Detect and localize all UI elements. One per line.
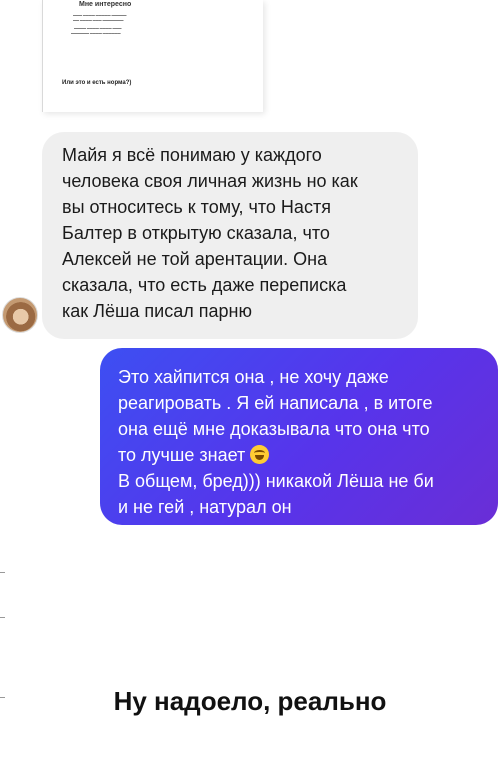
outgoing-message-bubble: Это хайпится она , не хочу даже реагиров… [100,348,498,525]
incoming-message-text: Майя я всё понимаю у каждого человека св… [62,145,358,321]
outgoing-message-text-part1: Это хайпится она , не хочу даже реагиров… [118,367,433,465]
quoted-story-line: ▬▬▬▬ ▬▬▬▬ ▬▬▬▬ ▬▬▬ [74,26,122,30]
incoming-message-bubble: Майя я всё понимаю у каждого человека св… [42,132,418,339]
sender-avatar[interactable] [2,297,38,333]
outgoing-message-text: Это хайпится она , не хочу даже реагиров… [118,364,484,520]
quoted-story-footer: Или это и есть норма?) [62,80,132,86]
face-with-tears-of-joy-icon [250,445,270,464]
edge-mark [0,572,5,573]
quoted-story-line: ▬▬▬ ▬▬▬▬ ▬▬▬▬▬ ▬▬▬▬▬ [73,13,127,17]
story-caption: Ну надоело, реально [113,686,387,716]
edge-mark [0,617,5,618]
quoted-story-title: Мне интересно [79,1,132,8]
quoted-story-line: ▬▬▬▬▬▬ ▬▬▬▬ ▬▬▬▬▬▬ [71,31,121,35]
quoted-story-card[interactable]: Мне интересно ▬▬▬ ▬▬▬▬ ▬▬▬▬▬ ▬▬▬▬▬ ▬▬ ▬▬… [42,0,263,112]
outgoing-message-text-part2: В общем, бред))) никакой Лёша не би и не… [118,471,434,517]
quoted-story-line: ▬▬ ▬▬▬▬ ▬▬▬ ▬▬▬▬▬▬▬ [73,18,124,22]
